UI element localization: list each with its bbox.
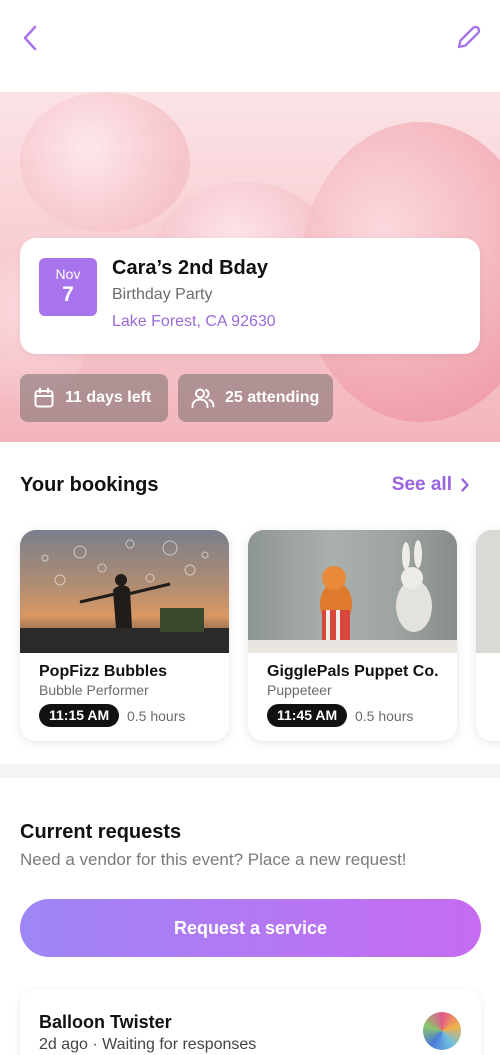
booking-photo xyxy=(248,530,457,653)
booking-duration: 0.5 hours xyxy=(127,708,186,724)
booking-name: GigglePals Puppet Co. xyxy=(267,663,439,680)
date-badge: Nov 7 xyxy=(39,258,97,316)
attending-label: 25 attending xyxy=(225,389,320,406)
booking-role: Puppeteer xyxy=(267,682,332,698)
booking-role: Bubble Performer xyxy=(39,682,149,698)
booking-time: 11:45 AM xyxy=(267,704,348,727)
requests-section: Current requests Need a vendor for this … xyxy=(0,778,500,1055)
see-all-link[interactable]: See all xyxy=(392,474,470,496)
date-month: Nov xyxy=(55,266,81,282)
bookings-title: Your bookings xyxy=(20,474,159,496)
request-status: 2d ago · Waiting for responses xyxy=(39,1036,257,1053)
booking-card[interactable] xyxy=(476,530,500,741)
booking-name: PopFizz Bubbles xyxy=(39,663,167,680)
requests-title: Current requests xyxy=(20,821,182,843)
calendar-icon xyxy=(34,387,54,408)
edit-button[interactable] xyxy=(450,20,486,56)
request-service-button[interactable]: Request a service xyxy=(20,899,481,957)
booking-duration: 0.5 hours xyxy=(355,708,414,724)
booking-photo xyxy=(20,530,229,653)
balloon-decoration xyxy=(20,92,190,232)
people-icon xyxy=(191,388,215,408)
booking-card[interactable]: PopFizz Bubbles Bubble Performer 11:15 A… xyxy=(20,530,229,741)
booking-time: 11:15 AM xyxy=(39,704,120,727)
requests-subtitle: Need a vendor for this event? Place a ne… xyxy=(20,850,407,869)
top-bar xyxy=(0,0,500,92)
back-button[interactable] xyxy=(14,22,46,54)
days-left-chip: 11 days left xyxy=(20,374,168,422)
bookings-section: Your bookings See all PopFizz Bubbles Bu… xyxy=(0,442,500,764)
avatar xyxy=(423,1012,461,1050)
request-item[interactable]: Balloon Twister 2d ago · Waiting for res… xyxy=(20,990,481,1055)
event-type: Birthday Party xyxy=(112,286,213,303)
see-all-label: See all xyxy=(391,474,452,495)
event-card: Nov 7 Cara’s 2nd Bday Birthday Party Lak… xyxy=(20,238,480,354)
chevron-right-icon xyxy=(461,478,469,492)
booking-card[interactable]: GigglePals Puppet Co. Puppeteer 11:45 AM… xyxy=(248,530,457,741)
request-name: Balloon Twister xyxy=(39,1012,172,1032)
event-location[interactable]: Lake Forest, CA 92630 xyxy=(112,313,276,331)
days-left-label: 11 days left xyxy=(65,389,152,406)
event-title: Cara’s 2nd Bday xyxy=(112,257,268,279)
date-day: 7 xyxy=(62,283,74,306)
attending-chip[interactable]: 25 attending xyxy=(178,374,333,422)
booking-photo xyxy=(476,530,500,653)
pencil-icon xyxy=(457,25,481,49)
chevron-left-icon xyxy=(23,25,37,51)
